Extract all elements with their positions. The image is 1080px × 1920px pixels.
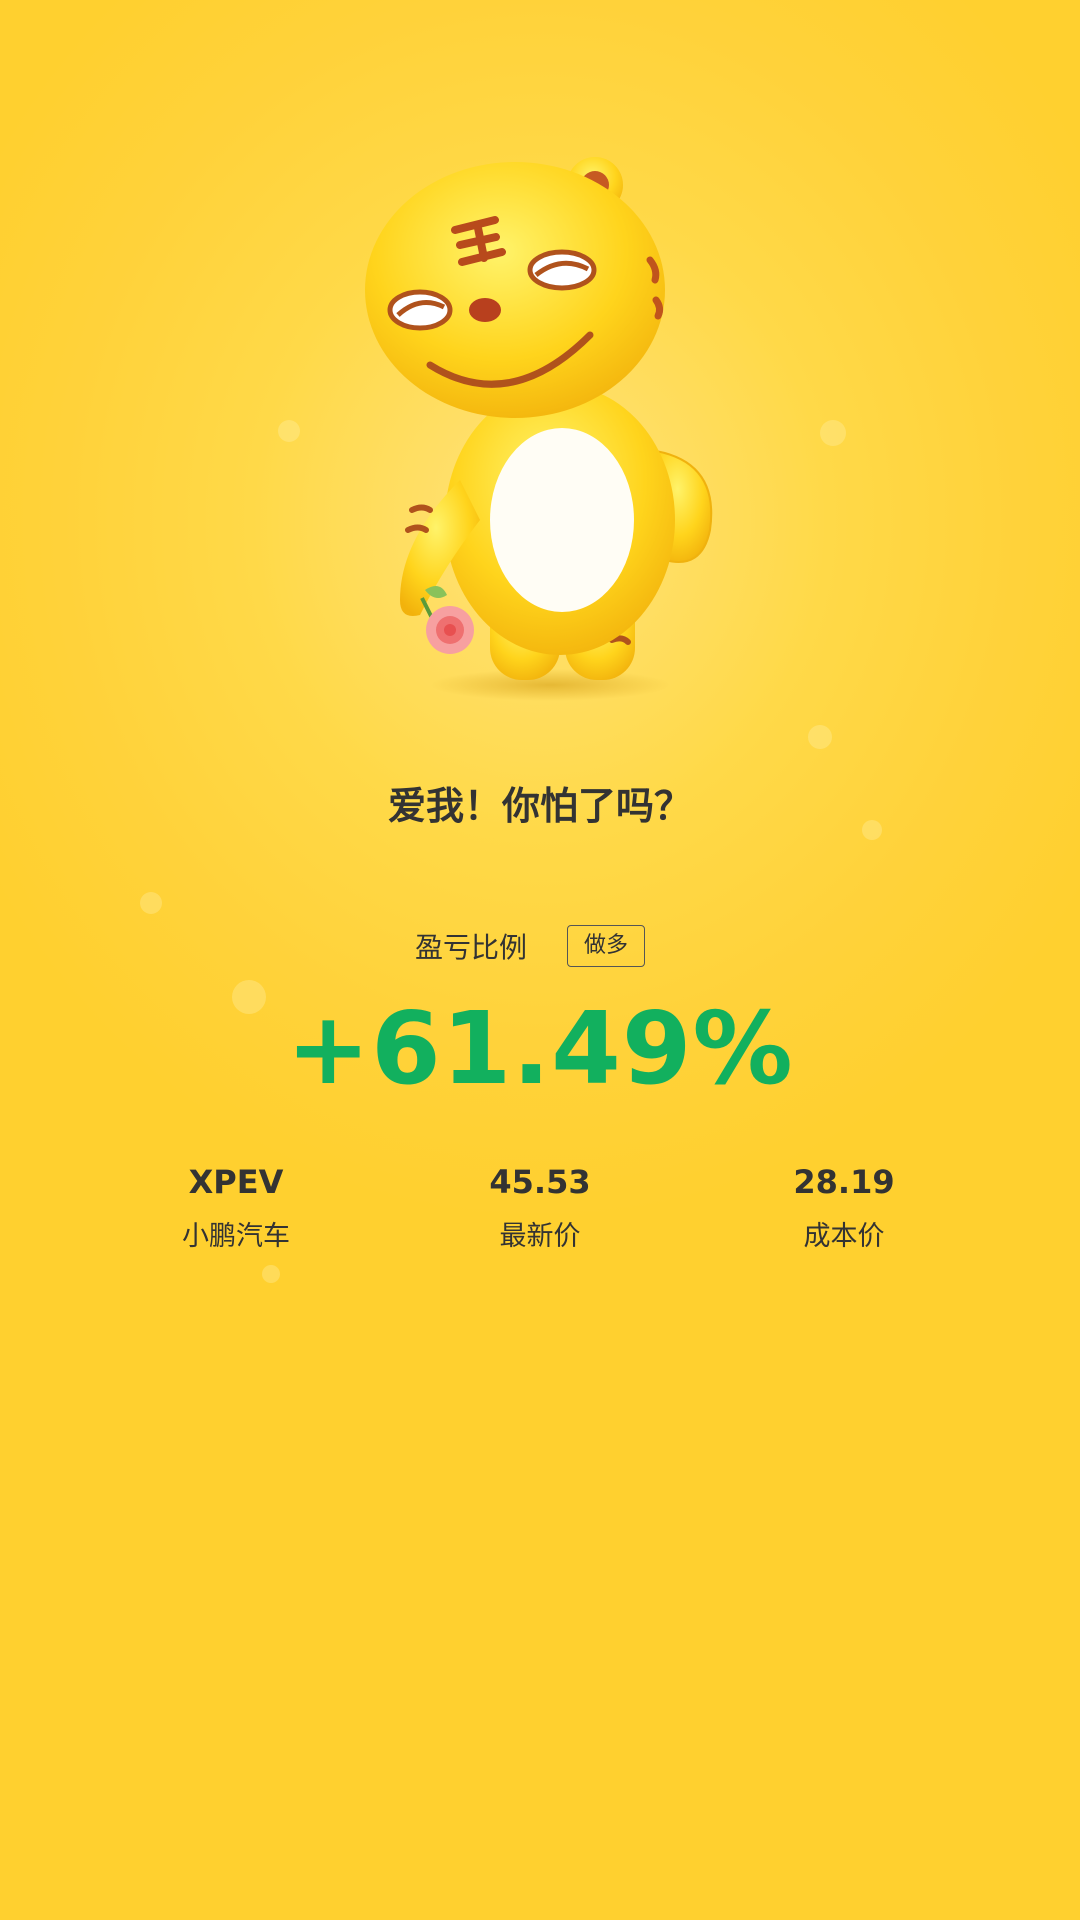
bokeh-dot [820, 420, 846, 446]
cost-price-label: 成本价 [803, 1221, 885, 1252]
profit-ratio-label: 盈亏比例 [414, 931, 527, 964]
position-direction-badge: 做多 [567, 925, 646, 967]
latest-price-info: 45.53 最新价 [430, 1160, 650, 1253]
stock-info: XPEV 小鹏汽车 [126, 1160, 346, 1253]
cost-price-info: 28.19 成本价 [734, 1160, 954, 1253]
bokeh-dot [278, 420, 300, 442]
stock-ticker: XPEV [188, 1163, 284, 1201]
latest-price-label: 最新价 [499, 1221, 581, 1252]
profit-ratio-header: 盈亏比例 做多 [0, 925, 1080, 967]
stock-name: 小鹏汽车 [182, 1221, 290, 1252]
bokeh-dot [140, 892, 162, 914]
share-card: { "title": "爱我！你怕了吗？", "profit_ratio": {… [0, 0, 1080, 1920]
cost-price-value: 28.19 [793, 1163, 895, 1201]
stock-stats: XPEV 小鹏汽车 45.53 最新价 28.19 成本价 [0, 1160, 1080, 1260]
latest-price-value: 45.53 [489, 1163, 591, 1201]
tiger-mascot-icon [350, 150, 730, 710]
bokeh-dot [262, 1265, 280, 1283]
page-title: 爱我！你怕了吗？ [387, 784, 692, 828]
profit-ratio-value: +61.49% [286, 990, 794, 1107]
bokeh-dot [808, 725, 832, 749]
